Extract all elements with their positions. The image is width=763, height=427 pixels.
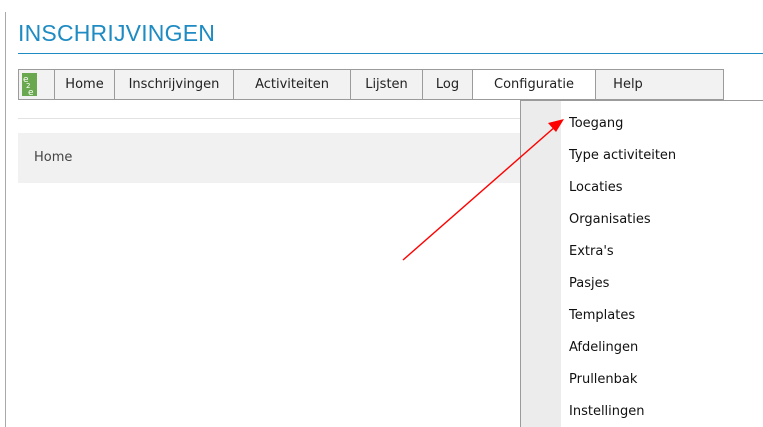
menu-item-instellingen[interactable]: Instellingen [569, 404, 645, 419]
title-underline [18, 53, 763, 54]
nav-help[interactable]: Help [596, 70, 660, 99]
nav-configuratie[interactable]: Configuratie [473, 70, 596, 99]
nav-activiteiten[interactable]: Activiteiten [234, 70, 351, 99]
menu-item-toegang[interactable]: Toegang [569, 116, 623, 131]
logo-icon: e 2 e [22, 73, 37, 96]
menu-item-templates[interactable]: Templates [569, 308, 635, 323]
app-logo[interactable]: e 2 e [19, 70, 55, 99]
menu-item-afdelingen[interactable]: Afdelingen [569, 340, 638, 355]
nav-lijsten[interactable]: Lijsten [351, 70, 423, 99]
nav-log[interactable]: Log [423, 70, 473, 99]
configuratie-dropdown-menu: Toegang Type activiteiten Locaties Organ… [520, 100, 763, 427]
window-border [5, 12, 6, 427]
nav-home[interactable]: Home [55, 70, 115, 99]
menu-item-pasjes[interactable]: Pasjes [569, 276, 609, 291]
content-divider [18, 118, 521, 119]
main-navbar: e 2 e Home Inschrijvingen Activiteiten L… [18, 69, 724, 100]
menu-icon-gutter [521, 101, 561, 427]
app-title: INSCHRIJVINGEN [18, 20, 216, 46]
menu-item-extras[interactable]: Extra's [569, 244, 614, 259]
breadcrumb-home[interactable]: Home [34, 150, 72, 165]
menu-item-locaties[interactable]: Locaties [569, 180, 623, 195]
breadcrumb: Home [18, 133, 521, 183]
menu-item-type-activiteiten[interactable]: Type activiteiten [569, 148, 676, 163]
nav-inschrijvingen[interactable]: Inschrijvingen [115, 70, 234, 99]
menu-item-organisaties[interactable]: Organisaties [569, 212, 651, 227]
menu-item-prullenbak[interactable]: Prullenbak [569, 372, 637, 387]
svg-text:e: e [28, 88, 34, 96]
